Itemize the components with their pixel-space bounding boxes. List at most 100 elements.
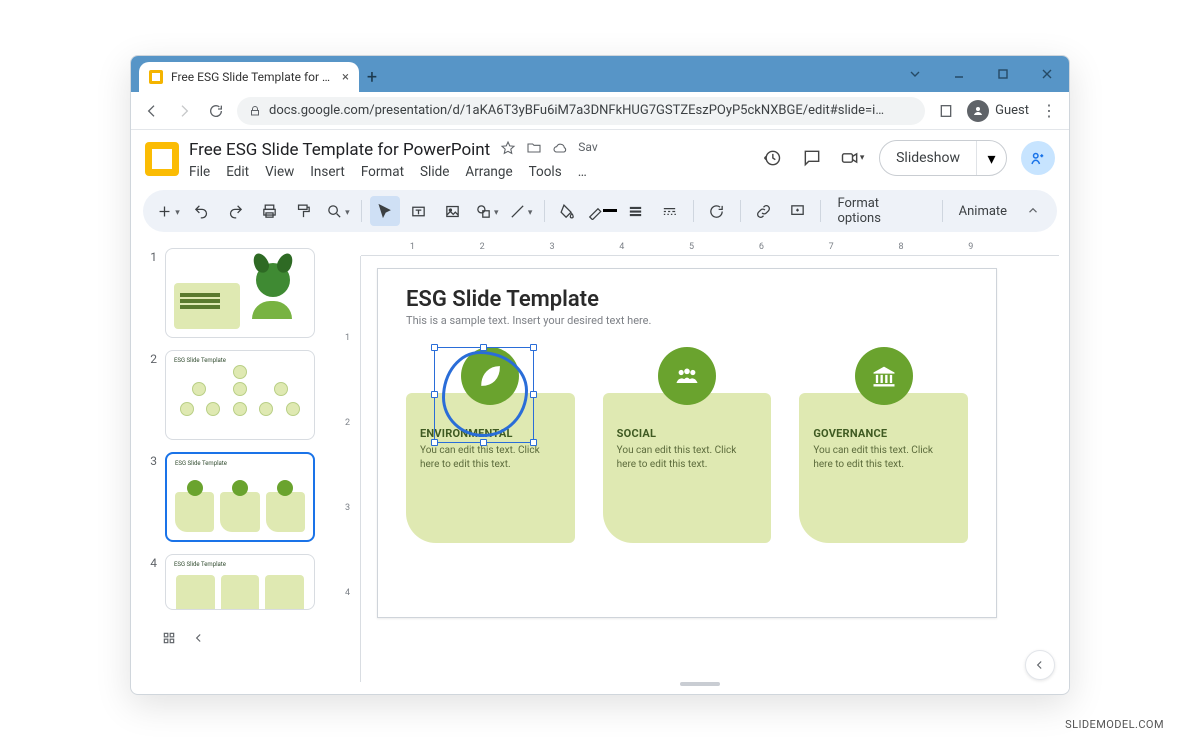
menu-file[interactable]: File bbox=[189, 164, 210, 180]
line-tool[interactable] bbox=[506, 196, 536, 226]
thumbnail-row: 1 bbox=[145, 248, 323, 338]
slide-title[interactable]: ESG Slide Template bbox=[378, 269, 996, 314]
browser-menu-button[interactable]: ⋮ bbox=[1039, 101, 1059, 120]
thumb-number: 4 bbox=[145, 554, 157, 610]
explore-button[interactable] bbox=[1025, 650, 1055, 680]
browser-tab[interactable]: Free ESG Slide Template for Powe × bbox=[139, 62, 359, 92]
image-tool[interactable] bbox=[438, 196, 468, 226]
selection-box[interactable] bbox=[434, 347, 534, 443]
card-body[interactable]: You can edit this text. Click here to ed… bbox=[420, 444, 561, 472]
slides-favicon-icon bbox=[149, 70, 163, 84]
back-button[interactable] bbox=[141, 100, 163, 122]
address-bar[interactable]: docs.google.com/presentation/d/1aKA6T3yB… bbox=[237, 97, 925, 125]
esg-card-governance[interactable]: GOVERNANCE You can edit this text. Click… bbox=[799, 347, 968, 543]
lock-icon bbox=[249, 105, 261, 117]
people-icon[interactable] bbox=[658, 347, 716, 405]
format-options-button[interactable]: Format options bbox=[829, 196, 933, 226]
reading-list-icon[interactable] bbox=[935, 100, 957, 122]
browser-titlebar: Free ESG Slide Template for Powe × + bbox=[131, 56, 1069, 92]
redo-button[interactable] bbox=[221, 196, 251, 226]
slides-logo-icon[interactable] bbox=[145, 142, 179, 176]
link-button[interactable] bbox=[749, 196, 779, 226]
print-button[interactable] bbox=[255, 196, 285, 226]
rotate-button[interactable] bbox=[702, 196, 732, 226]
undo-button[interactable] bbox=[187, 196, 217, 226]
guest-label: Guest bbox=[995, 103, 1029, 118]
menu-more[interactable]: … bbox=[578, 164, 587, 180]
institution-icon[interactable] bbox=[855, 347, 913, 405]
star-icon[interactable] bbox=[500, 140, 516, 160]
canvas-area[interactable]: 1 2 3 4 5 6 7 8 9 1 2 3 4 ESG Slide Temp… bbox=[331, 240, 1069, 692]
tab-close-icon[interactable]: × bbox=[342, 70, 349, 85]
vertical-ruler: 1 2 3 4 bbox=[345, 256, 361, 682]
collapse-toolbar-button[interactable] bbox=[1019, 204, 1047, 218]
zoom-button[interactable] bbox=[323, 196, 353, 226]
slide-thumbnail-3[interactable]: ESG Slide Template bbox=[165, 452, 315, 542]
comments-icon[interactable] bbox=[799, 145, 825, 171]
border-color-button[interactable] bbox=[587, 196, 617, 226]
window-close-button[interactable] bbox=[1025, 56, 1069, 92]
work-area: 1 2 ESG Slide Template 3 bbox=[131, 240, 1069, 692]
save-status: Sav bbox=[578, 140, 597, 160]
slideshow-dropdown[interactable]: ▾ bbox=[976, 141, 1006, 175]
textbox-tool[interactable] bbox=[404, 196, 434, 226]
fill-color-button[interactable] bbox=[553, 196, 583, 226]
move-icon[interactable] bbox=[526, 140, 542, 160]
new-tab-button[interactable]: + bbox=[359, 62, 385, 92]
toolbar: Format options Animate bbox=[143, 190, 1057, 232]
menu-tools[interactable]: Tools bbox=[529, 164, 562, 180]
shape-tool[interactable] bbox=[472, 196, 502, 226]
chevron-left-icon[interactable] bbox=[189, 628, 209, 648]
slide-thumbnail-1[interactable] bbox=[165, 248, 315, 338]
thumb-number: 3 bbox=[145, 452, 157, 542]
card-body[interactable]: You can edit this text. Click here to ed… bbox=[617, 444, 758, 472]
new-slide-button[interactable] bbox=[153, 196, 183, 226]
tab-title: Free ESG Slide Template for Powe bbox=[171, 70, 334, 84]
slideshow-label[interactable]: Slideshow bbox=[880, 150, 976, 166]
speaker-notes-handle[interactable] bbox=[680, 682, 720, 686]
reload-button[interactable] bbox=[205, 100, 227, 122]
meet-icon[interactable]: ▾ bbox=[839, 145, 865, 171]
card-body[interactable]: You can edit this text. Click here to ed… bbox=[813, 444, 954, 472]
document-title[interactable]: Free ESG Slide Template for PowerPoint bbox=[189, 140, 490, 160]
url-text: docs.google.com/presentation/d/1aKA6T3yB… bbox=[269, 103, 913, 118]
menu-arrange[interactable]: Arrange bbox=[465, 164, 512, 180]
forward-button[interactable] bbox=[173, 100, 195, 122]
border-weight-button[interactable] bbox=[621, 196, 651, 226]
chevron-down-icon[interactable] bbox=[893, 56, 937, 92]
browser-window: Free ESG Slide Template for Powe × + doc… bbox=[130, 55, 1070, 695]
browser-toolbar: docs.google.com/presentation/d/1aKA6T3yB… bbox=[131, 92, 1069, 130]
paint-format-button[interactable] bbox=[289, 196, 319, 226]
animate-button[interactable]: Animate bbox=[951, 204, 1015, 219]
share-button[interactable] bbox=[1021, 141, 1055, 175]
slide-panel[interactable]: 1 2 ESG Slide Template 3 bbox=[131, 240, 331, 692]
slide-canvas[interactable]: ESG Slide Template This is a sample text… bbox=[377, 268, 997, 618]
slide-subtitle[interactable]: This is a sample text. Insert your desir… bbox=[378, 314, 996, 327]
menu-edit[interactable]: Edit bbox=[226, 164, 249, 180]
border-dash-button[interactable] bbox=[655, 196, 685, 226]
menu-format[interactable]: Format bbox=[361, 164, 404, 180]
slideshow-button[interactable]: Slideshow ▾ bbox=[879, 140, 1007, 176]
window-maximize-button[interactable] bbox=[981, 56, 1025, 92]
profile-chip[interactable]: Guest bbox=[967, 100, 1029, 122]
app-header: Free ESG Slide Template for PowerPoint S… bbox=[131, 130, 1069, 180]
menu-bar: File Edit View Insert Format Slide Arran… bbox=[189, 164, 749, 180]
slide-thumbnail-4[interactable]: ESG Slide Template bbox=[165, 554, 315, 610]
comment-button[interactable] bbox=[783, 196, 813, 226]
menu-slide[interactable]: Slide bbox=[420, 164, 449, 180]
thumb-number: 1 bbox=[145, 248, 157, 338]
menu-view[interactable]: View bbox=[265, 164, 294, 180]
thumb-number: 2 bbox=[145, 350, 157, 440]
esg-card-social[interactable]: SOCIAL You can edit this text. Click her… bbox=[603, 347, 772, 543]
cloud-icon[interactable] bbox=[552, 140, 568, 160]
horizontal-ruler: 1 2 3 4 5 6 7 8 9 bbox=[361, 240, 1059, 256]
grid-view-icon[interactable] bbox=[159, 628, 179, 648]
select-tool[interactable] bbox=[370, 196, 400, 226]
card-heading[interactable]: SOCIAL bbox=[617, 427, 758, 440]
slide-thumbnail-2[interactable]: ESG Slide Template bbox=[165, 350, 315, 440]
card-heading[interactable]: GOVERNANCE bbox=[813, 427, 954, 440]
window-controls bbox=[893, 56, 1069, 92]
menu-insert[interactable]: Insert bbox=[310, 164, 345, 180]
history-icon[interactable] bbox=[759, 145, 785, 171]
window-minimize-button[interactable] bbox=[937, 56, 981, 92]
